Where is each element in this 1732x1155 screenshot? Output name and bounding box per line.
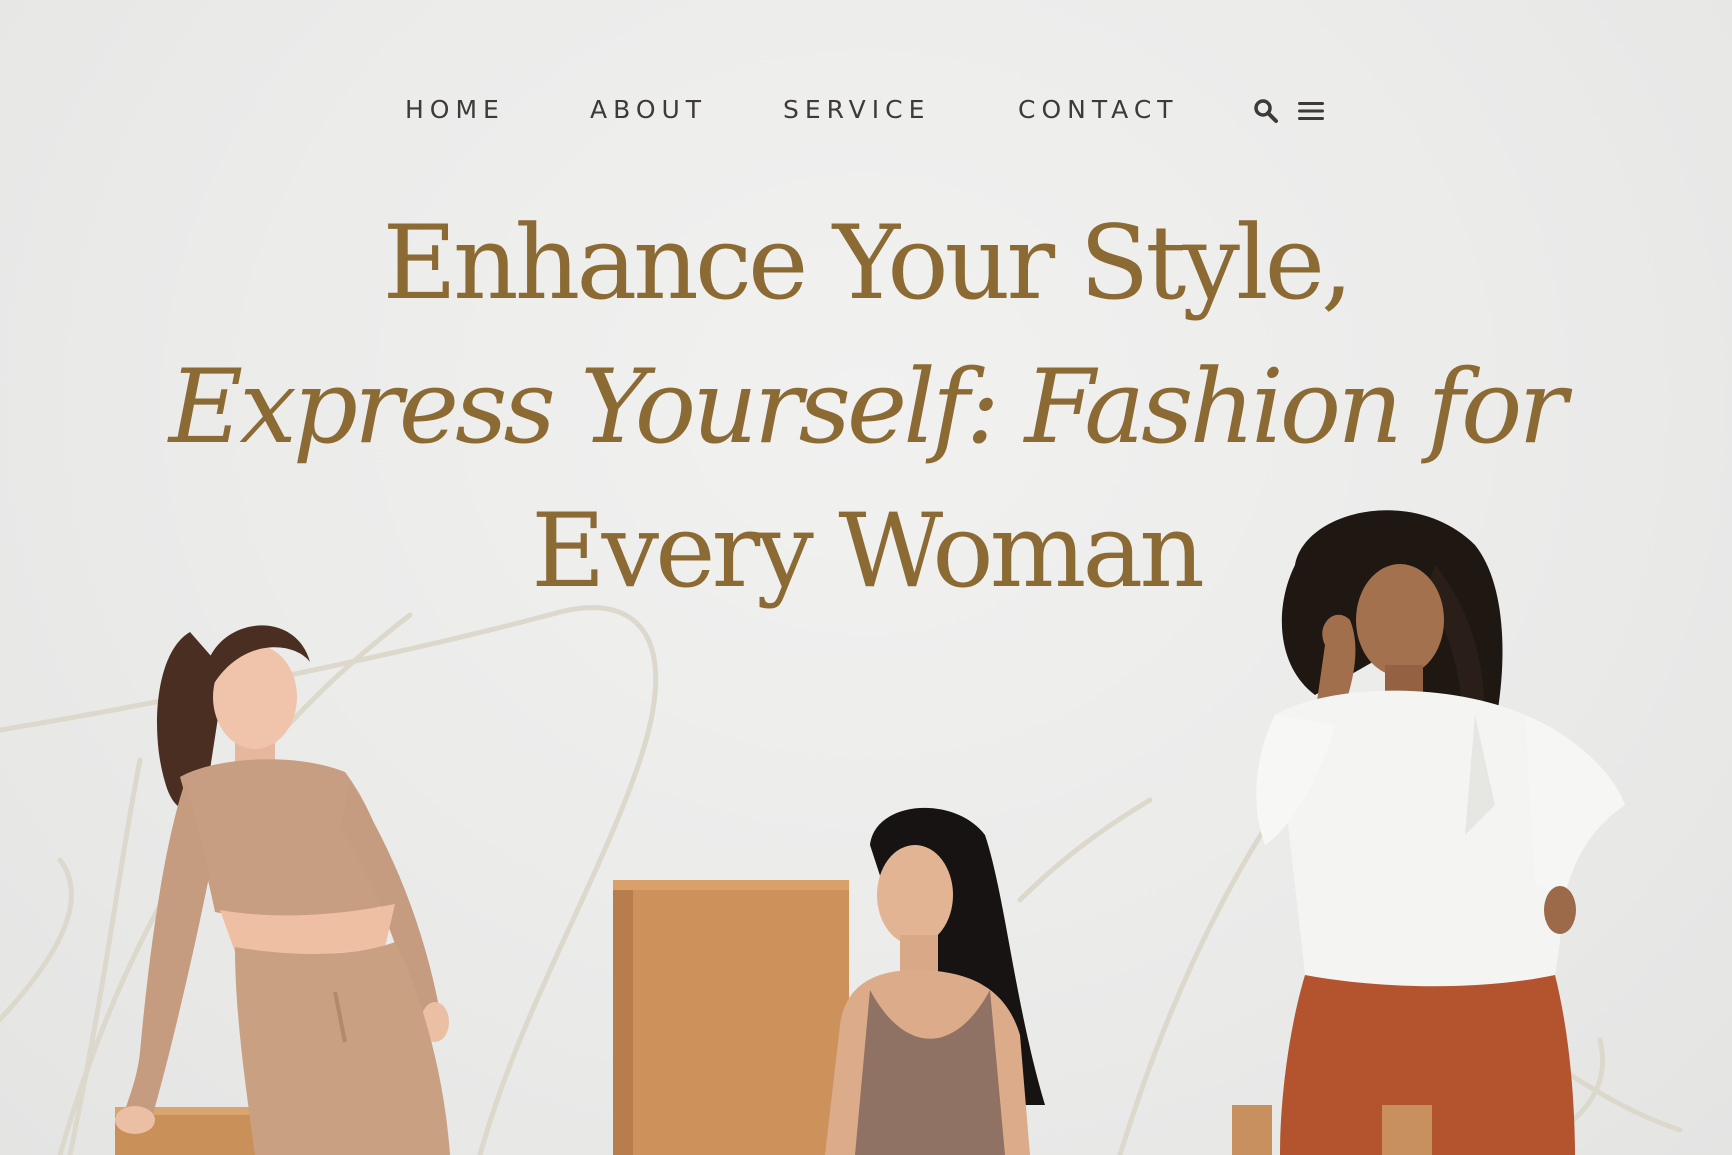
- nav-service-link[interactable]: SERVICE: [783, 92, 930, 128]
- menu-icon[interactable]: [1297, 97, 1325, 125]
- model-right-image: [1256, 510, 1625, 1155]
- search-icon[interactable]: [1252, 97, 1280, 125]
- nav-home-link[interactable]: HOME: [405, 92, 505, 128]
- main-nav: HOME ABOUT SERVICE CONTACT: [0, 92, 1732, 128]
- model-left-image: [115, 625, 450, 1155]
- nav-about-link[interactable]: ABOUT: [590, 92, 707, 128]
- headline-line-2: Express Yourself: Fashion for: [168, 348, 1567, 467]
- nav-contact-link[interactable]: CONTACT: [1018, 92, 1179, 128]
- hero-page: HOME ABOUT SERVICE CONTACT Enhance Your …: [0, 0, 1732, 1155]
- wooden-stool-image: [1232, 1105, 1432, 1155]
- headline-line-1: Enhance Your Style,: [382, 204, 1354, 323]
- model-center-image: [613, 807, 1045, 1155]
